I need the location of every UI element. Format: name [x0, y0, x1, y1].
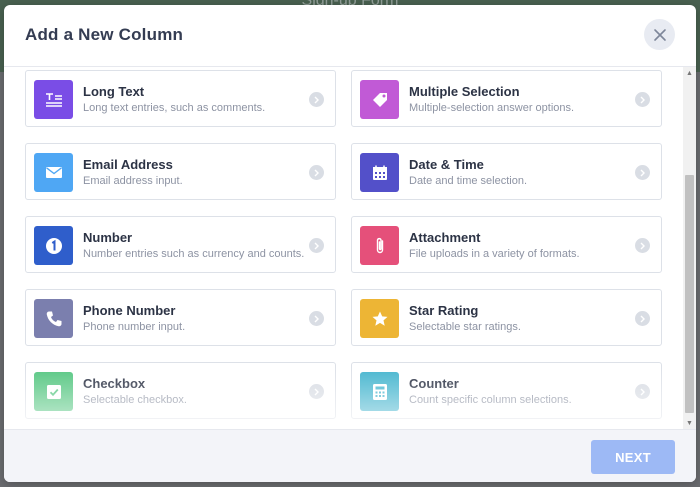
calendar-icon-box	[360, 153, 399, 192]
column-type-description: Long text entries, such as comments.	[83, 102, 266, 114]
chevron-right-icon	[309, 238, 324, 253]
modal-footer: NEXT	[4, 429, 696, 482]
tag-icon	[372, 92, 387, 107]
column-type-phone-number[interactable]: Phone Number Phone number input.	[25, 289, 336, 346]
tag-icon-box	[360, 80, 399, 119]
column-type-description: Number entries such as currency and coun…	[83, 248, 305, 260]
calculator-icon-box	[360, 372, 399, 411]
chevron-right-icon	[635, 311, 650, 326]
chevron-right-icon	[309, 384, 324, 399]
chevron-right-icon	[635, 165, 650, 180]
column-type-description: Selectable checkbox.	[83, 394, 187, 406]
long-text-icon-box	[34, 80, 73, 119]
column-type-label: Attachment	[409, 230, 481, 245]
column-type-attachment[interactable]: Attachment File uploads in a variety of …	[351, 216, 662, 273]
phone-icon-box	[34, 299, 73, 338]
scroll-down-arrow-icon[interactable]: ▼	[683, 417, 696, 429]
number-icon	[45, 237, 62, 254]
long-text-icon	[45, 92, 62, 107]
next-button[interactable]: NEXT	[591, 440, 675, 474]
chevron-right-icon	[309, 92, 324, 107]
checkbox-icon-box	[34, 372, 73, 411]
column-type-label: Email Address	[83, 157, 173, 172]
column-type-description: Multiple-selection answer options.	[409, 102, 575, 114]
paperclip-icon	[376, 237, 383, 253]
column-type-number[interactable]: Number Number entries such as currency a…	[25, 216, 336, 273]
number-icon-box	[34, 226, 73, 265]
column-type-label: Star Rating	[409, 303, 479, 318]
calculator-icon	[372, 383, 387, 400]
column-type-label: Counter	[409, 376, 459, 391]
chevron-right-icon	[309, 165, 324, 180]
column-type-star-rating[interactable]: Star Rating Selectable star ratings.	[351, 289, 662, 346]
scroll-up-arrow-icon[interactable]: ▲	[683, 67, 696, 79]
column-type-label: Checkbox	[83, 376, 146, 391]
modal-header: Add a New Column	[4, 5, 696, 67]
column-type-email-address[interactable]: Email Address Email address input.	[25, 143, 336, 200]
phone-icon	[46, 311, 61, 326]
column-type-multiple-selection[interactable]: Multiple Selection Multiple-selection an…	[351, 70, 662, 127]
modal-title: Add a New Column	[25, 25, 184, 44]
column-type-description: Email address input.	[83, 175, 183, 187]
column-type-counter[interactable]: Counter Count specific column selections…	[351, 362, 662, 419]
column-type-long-text[interactable]: Long Text Long text entries, such as com…	[25, 70, 336, 127]
column-type-date-time[interactable]: Date & Time Date and time selection.	[351, 143, 662, 200]
paperclip-icon-box	[360, 226, 399, 265]
close-button[interactable]	[644, 19, 675, 50]
column-type-description: File uploads in a variety of formats.	[409, 248, 580, 260]
star-icon-box	[360, 299, 399, 338]
column-type-checkbox[interactable]: Checkbox Selectable checkbox.	[25, 362, 336, 419]
envelope-icon-box	[34, 153, 73, 192]
column-type-label: Multiple Selection	[409, 84, 520, 99]
envelope-icon	[45, 167, 62, 178]
checkbox-icon	[46, 384, 61, 399]
star-icon	[372, 311, 387, 326]
chevron-right-icon	[635, 384, 650, 399]
chevron-right-icon	[635, 92, 650, 107]
column-type-description: Selectable star ratings.	[409, 321, 521, 333]
column-type-description: Count specific column selections.	[409, 394, 572, 406]
column-type-label: Phone Number	[83, 303, 176, 318]
calendar-icon	[372, 165, 387, 180]
chevron-right-icon	[635, 238, 650, 253]
chevron-right-icon	[309, 311, 324, 326]
add-column-modal: Add a New Column Long Text Long text ent…	[4, 5, 696, 482]
close-icon	[653, 28, 666, 41]
column-type-label: Date & Time	[409, 157, 484, 172]
scrollbar-thumb[interactable]	[685, 175, 694, 413]
vertical-scrollbar[interactable]: ▲ ▼	[683, 67, 696, 429]
column-type-description: Date and time selection.	[409, 175, 528, 187]
column-type-list: Long Text Long text entries, such as com…	[4, 67, 696, 429]
column-type-label: Long Text	[83, 84, 145, 99]
column-type-description: Phone number input.	[83, 321, 186, 333]
column-type-label: Number	[83, 230, 133, 245]
